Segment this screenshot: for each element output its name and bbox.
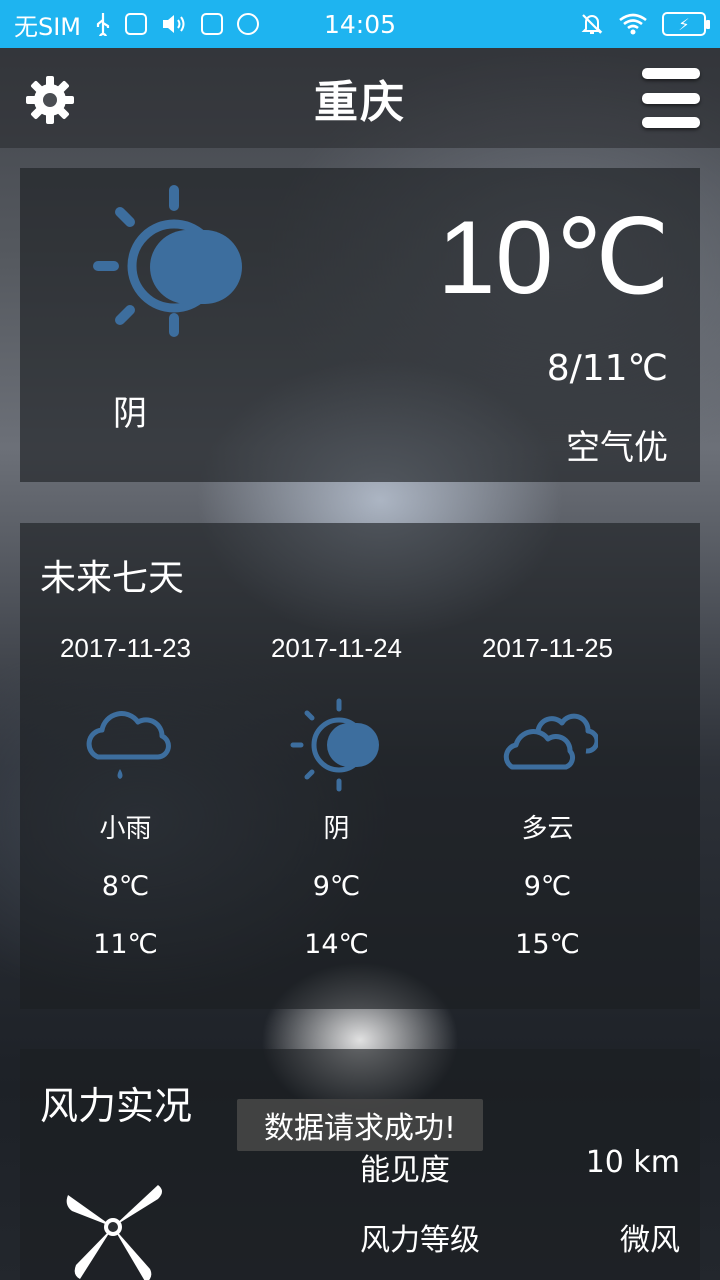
cloudy-sun-icon [290, 698, 379, 792]
menu-icon[interactable] [642, 68, 700, 128]
wind-level-row: 风力等级 微风 [360, 1215, 680, 1259]
temperature-range: 8/11℃ [546, 348, 668, 389]
wind-card: 风力实况 能见度 10 km 风力等级 微风 [20, 1049, 700, 1280]
forecast-condition: 小雨 [99, 814, 152, 844]
palette-icon [237, 13, 260, 35]
menu-bar [642, 117, 700, 128]
current-condition: 阴 [113, 394, 147, 434]
city-title: 重庆 [314, 77, 406, 128]
forecast-condition: 多云 [521, 814, 574, 844]
forecast-high: 11℃ [93, 929, 158, 960]
forecast-low: 9℃ [523, 871, 572, 902]
wifi-icon [619, 13, 647, 35]
status-bar: 无SIM 14:05 ⚡ [0, 0, 720, 48]
app-icon [201, 13, 224, 35]
battery-icon: ⚡ [662, 12, 710, 36]
fan-icon [66, 1185, 162, 1280]
toast-message: 数据请求成功! [237, 1099, 483, 1151]
visibility-value: 10 km [585, 1145, 680, 1180]
forecast-date: 2017-11-25 [481, 633, 614, 663]
settings-gear-icon[interactable] [24, 74, 76, 126]
cloudy-sun-icon [93, 185, 242, 337]
debug-icon [125, 13, 148, 35]
current-temperature: 10℃ [437, 200, 670, 316]
menu-bar [642, 92, 700, 104]
wind-level-label: 风力等级 [360, 1223, 480, 1258]
forecast-title: 未来七天 [40, 558, 185, 599]
forecast-date: 2 [653, 623, 700, 673]
wind-level-value: 微风 [620, 1223, 680, 1258]
forecast-day[interactable]: 2017-11-25 多云 9℃ 15℃ [442, 623, 653, 1003]
visibility-row: 能见度 10 km [360, 1145, 680, 1189]
visibility-label: 能见度 [360, 1153, 450, 1188]
rain-cloud-icon [86, 711, 171, 779]
carrier-label: 无SIM [14, 12, 82, 41]
forecast-high: 14℃ [304, 929, 369, 960]
forecast-card: 未来七天 2017-11-23 小雨 8℃ 11℃ 2017-11-24 阴 9… [20, 523, 700, 1009]
clouds-icon [503, 713, 598, 770]
current-weather-card: 阴 10℃ 8/11℃ 空气优 [20, 168, 700, 482]
usb-icon [96, 13, 110, 36]
mute-bell-icon [581, 14, 603, 34]
forecast-date: 2017-11-24 [270, 633, 403, 663]
forecast-date: 2017-11-23 [59, 633, 192, 663]
forecast-day[interactable]: 2017-11-23 小雨 8℃ 11℃ [20, 623, 231, 1003]
menu-bar [642, 68, 700, 79]
forecast-list[interactable]: 2017-11-23 小雨 8℃ 11℃ 2017-11-24 阴 9℃ 14℃… [20, 623, 700, 1003]
wind-title: 风力实况 [40, 1084, 193, 1128]
forecast-day[interactable]: 2 [653, 623, 700, 1003]
forecast-condition: 阴 [323, 814, 350, 844]
forecast-high: 15℃ [515, 929, 580, 960]
sound-icon [163, 15, 185, 33]
app-header: 重庆 [0, 48, 720, 148]
forecast-low: 9℃ [312, 871, 361, 902]
air-quality: 空气优 [566, 428, 668, 468]
forecast-low: 8℃ [101, 871, 150, 902]
forecast-day[interactable]: 2017-11-24 阴 9℃ 14℃ [231, 623, 442, 1003]
